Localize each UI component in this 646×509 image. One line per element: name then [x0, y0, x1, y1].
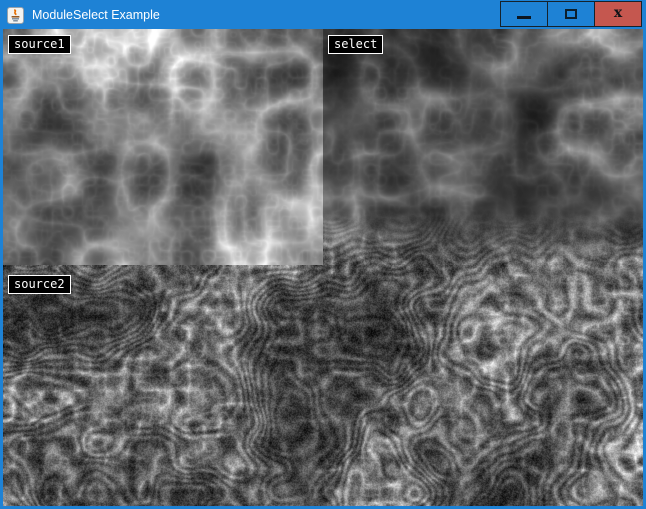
close-button[interactable]: x [594, 1, 642, 27]
java-app-icon[interactable] [7, 7, 24, 24]
panel-source2: source2 [3, 265, 643, 506]
source1-canvas [3, 29, 323, 265]
panel-label-source1: source1 [8, 35, 71, 54]
title-bar[interactable]: ModuleSelect Example x [0, 0, 646, 29]
render-area: source1 select source2 [3, 29, 643, 506]
maximize-icon [565, 9, 577, 19]
panel-source1: source1 [3, 29, 323, 265]
window-title: ModuleSelect Example [32, 8, 160, 22]
maximize-button[interactable] [547, 1, 595, 27]
app-window: ModuleSelect Example x source1 select so… [0, 0, 646, 509]
select-canvas [323, 29, 643, 265]
window-controls: x [501, 1, 642, 27]
source2-canvas [3, 265, 643, 506]
java-coffee-cup-icon [7, 7, 24, 24]
panel-select: select [323, 29, 643, 265]
panel-label-select: select [328, 35, 383, 54]
minimize-button[interactable] [500, 1, 548, 27]
minimize-icon [517, 16, 531, 19]
close-icon: x [614, 6, 622, 20]
panel-label-source2: source2 [8, 275, 71, 294]
